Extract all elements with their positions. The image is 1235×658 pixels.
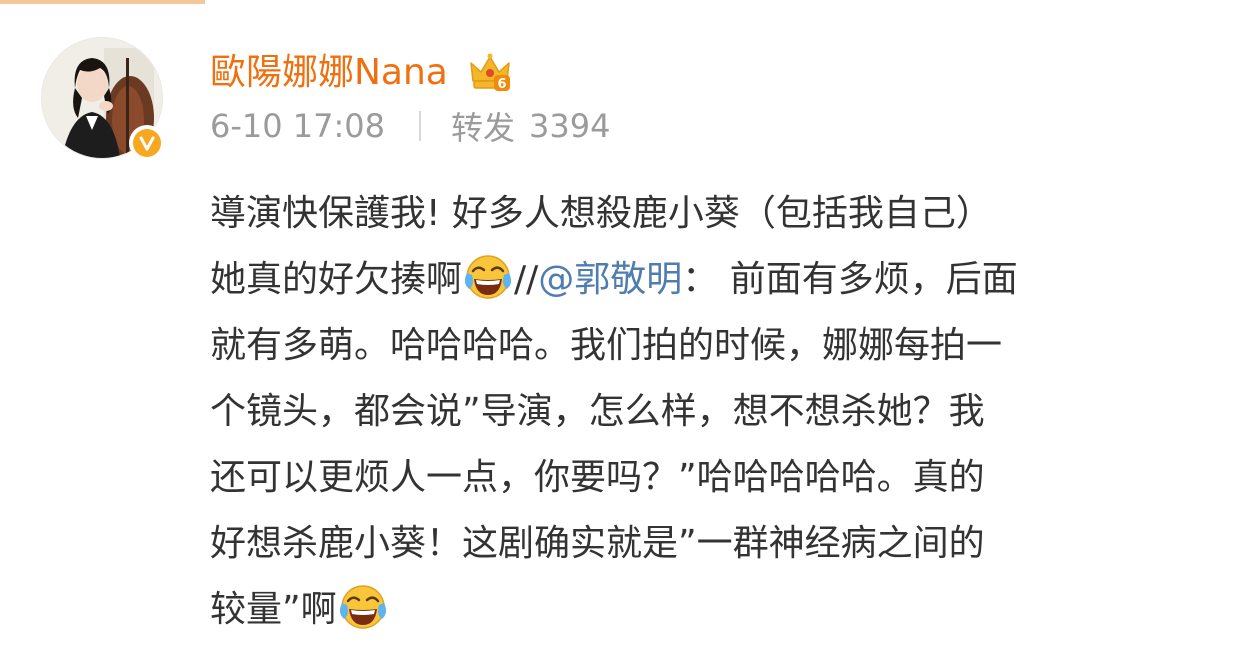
mention-link[interactable]: @郭敬明 — [538, 259, 682, 300]
author-row: 歐陽娜娜Nana 6 — [210, 48, 512, 98]
post-line-7-text: 较量”啊 — [210, 589, 337, 630]
repost-label[interactable]: 转发 — [451, 103, 515, 149]
verified-v-icon — [133, 129, 161, 157]
top-strip — [0, 0, 1235, 4]
svg-text:6: 6 — [497, 77, 506, 92]
post-line-2: 她真的好欠揍啊 //@郭敬明： 前面有多烦，后面 — [210, 247, 1210, 313]
post-line-1: 導演快保護我! 好多人想殺鹿小葵（包括我自己） — [210, 193, 992, 234]
post-meta: 6-10 17:08 转发 3394 — [210, 104, 610, 148]
post-line-2-rest: ： 前面有多烦，后面 — [682, 259, 1018, 300]
post-body: 導演快保護我! 好多人想殺鹿小葵（包括我自己） 她真的好欠揍啊 //@郭敬明： 前… — [210, 181, 1210, 643]
author-name[interactable]: 歐陽娜娜Nana — [210, 48, 448, 98]
laugh-cry-emoji-icon — [338, 581, 388, 631]
laugh-cry-emoji-icon — [463, 251, 513, 301]
post-line-4: 个镜头，都会说”导演，怎么样，想不想杀她？我 — [210, 391, 985, 432]
crown-level-6-icon[interactable]: 6 — [468, 51, 512, 95]
post-time[interactable]: 6-10 17:08 — [210, 107, 385, 145]
post-line-3: 就有多萌。哈哈哈哈。我们拍的时候，娜娜每拍一 — [210, 325, 1003, 366]
meta-divider — [419, 111, 422, 141]
post-line-6: 好想杀鹿小葵！这剧确实就是”一群神经病之间的 — [210, 523, 985, 564]
top-strip-accent — [0, 0, 205, 4]
repost-count[interactable]: 3394 — [529, 107, 610, 145]
post-line-7: 较量”啊 — [210, 577, 1210, 643]
author-avatar-wrap[interactable] — [41, 37, 165, 161]
verified-badge — [129, 125, 165, 161]
post-line-2-sep: // — [514, 259, 539, 300]
post-line-2-text: 她真的好欠揍啊 — [210, 259, 463, 300]
post-line-5: 还可以更烦人一点，你要吗？”哈哈哈哈哈。真的 — [210, 457, 985, 498]
